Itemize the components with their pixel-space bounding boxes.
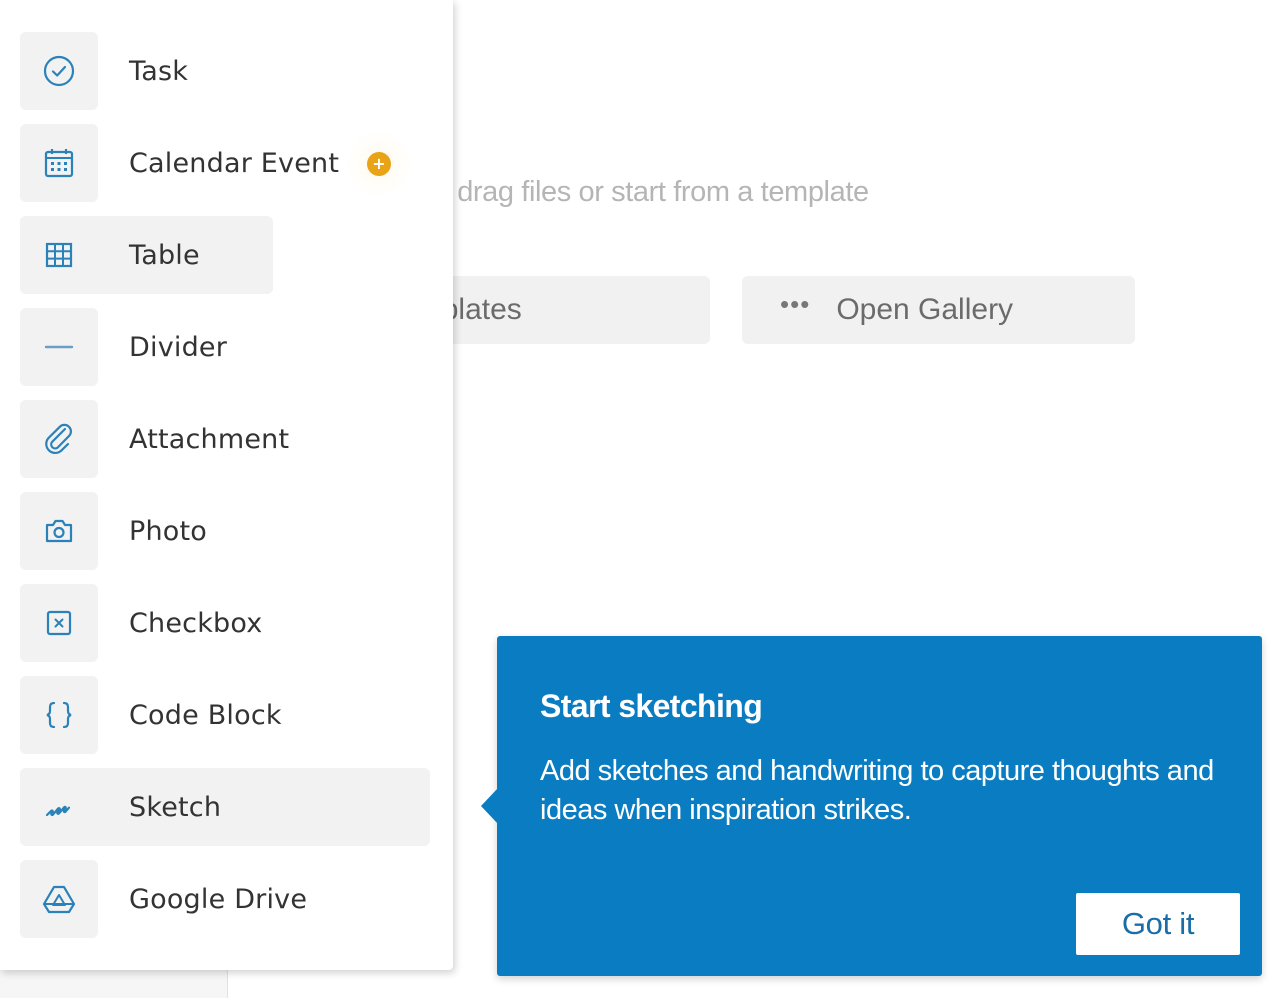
icon-box bbox=[20, 676, 98, 754]
menu-item-calendar-event[interactable]: Calendar Event bbox=[20, 124, 339, 202]
google-drive-icon bbox=[42, 885, 76, 914]
menu-item-label: Task bbox=[129, 55, 189, 87]
table-grid-icon bbox=[45, 242, 73, 268]
icon-box bbox=[20, 216, 98, 294]
icon-box bbox=[20, 400, 98, 478]
menu-item-label: Calendar Event bbox=[129, 147, 340, 179]
menu-item-attachment[interactable]: Attachment bbox=[20, 400, 289, 478]
menu-item-label: Attachment bbox=[129, 423, 290, 455]
menu-item-google-drive[interactable]: Google Drive bbox=[20, 860, 307, 938]
icon-box bbox=[20, 492, 98, 570]
camera-icon bbox=[45, 519, 73, 543]
menu-item-photo[interactable]: Photo bbox=[20, 492, 207, 570]
check-circle-icon bbox=[43, 55, 75, 87]
menu-item-task[interactable]: Task bbox=[20, 32, 188, 110]
icon-box bbox=[20, 860, 98, 938]
icon-box bbox=[20, 584, 98, 662]
icon-box bbox=[20, 32, 98, 110]
menu-item-checkbox[interactable]: Checkbox bbox=[20, 584, 262, 662]
open-gallery-label: Open Gallery bbox=[836, 293, 1014, 326]
plus-badge-icon: + bbox=[367, 152, 391, 176]
coach-mark-body: Add sketches and handwriting to capture … bbox=[540, 755, 1214, 826]
more-dots-icon: ••• bbox=[780, 288, 811, 319]
menu-item-code-block[interactable]: Code Block bbox=[20, 676, 282, 754]
menu-item-label: Google Drive bbox=[129, 883, 308, 915]
open-gallery-button[interactable]: ••• Open Gallery bbox=[742, 276, 1135, 344]
menu-item-label: Photo bbox=[129, 515, 208, 547]
new-feature-badge: + bbox=[345, 130, 413, 198]
menu-item-label: Divider bbox=[129, 331, 228, 363]
icon-box bbox=[20, 308, 98, 386]
coach-mark-title: Start sketching bbox=[540, 688, 763, 724]
checkbox-icon bbox=[46, 610, 72, 636]
insert-menu: Task Calendar Event + Table Divider Atta… bbox=[0, 0, 453, 970]
icon-box bbox=[20, 124, 98, 202]
menu-item-label: Checkbox bbox=[129, 607, 263, 639]
menu-item-label: Table bbox=[129, 239, 200, 271]
menu-item-sketch[interactable]: Sketch bbox=[20, 768, 430, 846]
tooltip-pointer bbox=[481, 788, 498, 824]
got-it-button[interactable]: Got it bbox=[1076, 893, 1240, 955]
menu-item-label: Sketch bbox=[129, 791, 222, 823]
curly-braces-icon bbox=[46, 701, 72, 729]
menu-item-divider[interactable]: Divider bbox=[20, 308, 227, 386]
calendar-icon bbox=[44, 149, 74, 178]
divider-line-icon bbox=[44, 345, 74, 349]
squiggle-icon bbox=[45, 805, 71, 817]
paperclip-icon bbox=[45, 423, 72, 454]
sketch-coach-mark: Start sketching Add sketches and handwri… bbox=[481, 636, 1262, 976]
menu-item-table[interactable]: Table bbox=[20, 216, 273, 294]
icon-box bbox=[20, 768, 98, 846]
menu-item-label: Code Block bbox=[129, 699, 282, 731]
